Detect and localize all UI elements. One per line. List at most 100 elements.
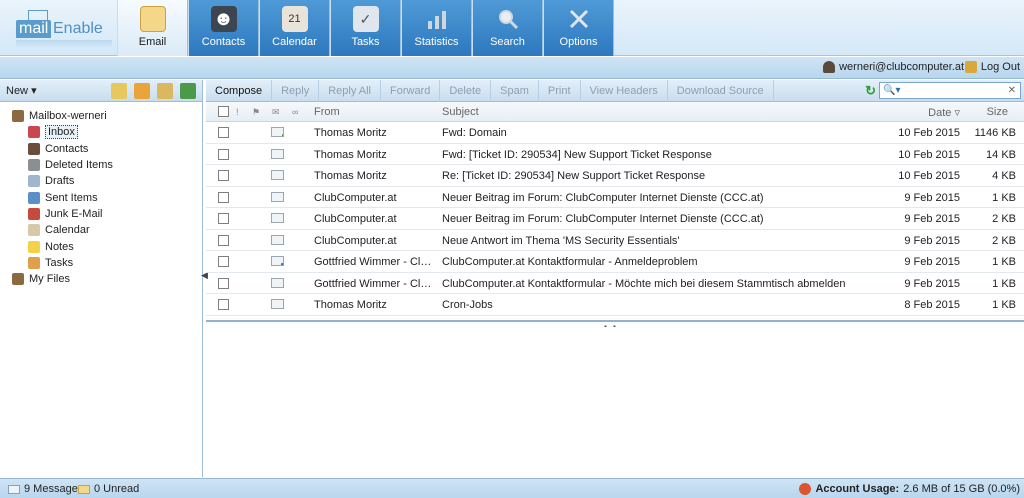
tab-email[interactable]: Email [117, 0, 188, 56]
preview-pane [206, 327, 1024, 477]
delete-button[interactable]: Delete [440, 79, 492, 102]
message-date: 9 Feb 2015 [904, 256, 960, 268]
row-checkbox[interactable] [218, 213, 229, 224]
row-checkbox[interactable] [218, 256, 229, 267]
tab-tasks[interactable]: ✓ Tasks [330, 0, 401, 56]
message-size: 1 KB [992, 277, 1016, 290]
mailbox-node[interactable]: Mailbox-werneri [4, 108, 202, 124]
tasks-icon [28, 256, 40, 269]
folder-deleted-items[interactable]: Deleted Items [4, 157, 202, 173]
folder-sent-items[interactable]: Sent Items [4, 189, 202, 205]
tab-options[interactable]: Options [543, 0, 614, 56]
message-row[interactable]: Thomas Moritz Cron-Jobs 8 Feb 2015 1 KB [206, 294, 1024, 316]
view-headers-button[interactable]: View Headers [581, 79, 668, 102]
logo-enable-text: Enable [53, 20, 103, 37]
attachment-icon[interactable]: ∞ [292, 107, 302, 117]
select-all-checkbox[interactable] [218, 106, 229, 117]
row-checkbox[interactable] [218, 127, 229, 138]
new-folder-icon[interactable] [111, 83, 127, 99]
message-status-icon [271, 170, 284, 180]
download-folder-icon[interactable] [180, 83, 196, 99]
folder-pane: New ▾ Mailbox-werneri Inbox Contacts Del… [0, 80, 203, 477]
folder-calendar[interactable]: Calendar [4, 222, 202, 238]
magnifier-icon [495, 6, 521, 32]
message-subject: ClubComputer.at Kontaktformular - Anmeld… [442, 256, 698, 268]
clear-search-icon[interactable]: ✕ [1008, 85, 1016, 96]
folder-label: Contacts [45, 142, 89, 155]
new-button[interactable]: New ▾ [6, 84, 37, 97]
message-row[interactable]: Thomas Moritz Fwd: [Ticket ID: 290534] Ne… [206, 144, 1024, 165]
tab-options-label: Options [559, 36, 598, 48]
rename-folder-icon[interactable] [134, 83, 150, 99]
print-button[interactable]: Print [539, 79, 581, 102]
message-subject: Re: [Ticket ID: 290534] New Support Tick… [442, 170, 706, 182]
compose-button[interactable]: Compose [206, 79, 273, 102]
folder-inbox[interactable]: Inbox [4, 124, 202, 140]
size-column-header[interactable]: Size [987, 106, 1008, 118]
date-column-header[interactable]: Date ▿ [928, 106, 960, 119]
move-folder-icon[interactable] [157, 83, 173, 99]
sort-desc-icon: ▿ [954, 107, 960, 119]
message-size: 1 KB [992, 256, 1016, 268]
row-checkbox[interactable] [218, 234, 229, 246]
tab-search-label: Search [490, 36, 525, 48]
folder-tasks[interactable]: Tasks [4, 255, 202, 271]
read-status-icon[interactable]: ✉ [272, 107, 282, 117]
unread-envelope-icon [78, 484, 90, 494]
folder-drafts[interactable]: Drafts [4, 173, 202, 189]
message-from: Thomas Moritz [314, 148, 387, 161]
message-status-icon [271, 234, 284, 245]
message-row[interactable]: Thomas Moritz Fwd: Domain 10 Feb 2015 1146 … [206, 122, 1024, 144]
contacts-icon [28, 142, 40, 155]
priority-icon[interactable]: ! [236, 107, 246, 117]
from-column-header[interactable]: From [314, 106, 340, 118]
message-subject: Fwd: [Ticket ID: 290534] New Support Tic… [442, 148, 712, 161]
message-from: ClubComputer.at [314, 234, 397, 247]
message-subject: ClubComputer.at Kontaktformular - Möchte… [442, 277, 846, 290]
folder-notes[interactable]: Notes [4, 238, 202, 254]
search-input[interactable] [903, 84, 1008, 97]
usage-label: Account Usage: [815, 483, 900, 495]
refresh-icon[interactable]: ↻ [865, 83, 876, 99]
mailbox-label: Mailbox-werneri [29, 110, 107, 123]
reply-all-button[interactable]: Reply All [319, 79, 381, 102]
message-pane: Compose Reply Reply All Forward Delete S… [206, 79, 1024, 477]
row-checkbox[interactable] [218, 277, 229, 289]
unread-count: 0 Unread [78, 483, 139, 495]
message-status-icon [271, 277, 284, 288]
folder-junk-email[interactable]: Junk E-Mail [4, 206, 202, 222]
logout-link[interactable]: Log Out [964, 61, 1020, 73]
message-list: Thomas Moritz Fwd: Domain 10 Feb 2015 1146 … [206, 122, 1024, 322]
logo-reflection [16, 40, 112, 48]
message-row[interactable]: ClubComputer.at Neue Antwort im Thema 'MS… [206, 230, 1024, 251]
spam-button[interactable]: Spam [491, 79, 539, 102]
reply-button[interactable]: Reply [272, 79, 320, 102]
tab-contacts[interactable]: ☻ Contacts [188, 0, 259, 56]
message-row[interactable]: ClubComputer.at Neuer Beitrag im Forum: C… [206, 208, 1024, 230]
message-row[interactable]: Gottfried Wimmer - ClubC... ClubComputer.… [206, 273, 1024, 294]
message-row[interactable]: Thomas Moritz Re: [Ticket ID: 290534] New… [206, 165, 1024, 187]
search-icon[interactable]: 🔍▾ [883, 85, 900, 96]
tab-search[interactable]: Search [472, 0, 543, 56]
row-checkbox[interactable] [218, 299, 229, 310]
message-subject: Neuer Beitrag im Forum: ClubComputer Int… [442, 191, 764, 204]
message-row[interactable]: ClubComputer.at Neuer Beitrag im Forum: C… [206, 187, 1024, 208]
unread-count-label: 0 Unread [94, 483, 140, 495]
tab-calendar[interactable]: 21 Calendar [259, 0, 330, 56]
flag-icon[interactable]: ⚑ [252, 107, 262, 117]
row-checkbox[interactable] [218, 148, 229, 160]
subject-column-header[interactable]: Subject [442, 106, 479, 118]
folder-label: Notes [45, 240, 74, 253]
folder-label: Sent Items [45, 191, 98, 204]
tab-statistics[interactable]: Statistics [401, 0, 472, 56]
mailbox-icon [12, 110, 24, 123]
folder-contacts[interactable]: Contacts [4, 141, 202, 157]
download-source-button[interactable]: Download Source [668, 79, 774, 102]
row-checkbox[interactable] [218, 170, 229, 181]
my-files-node[interactable]: My Files [4, 271, 202, 287]
message-subject: Neuer Beitrag im Forum: ClubComputer Int… [442, 213, 764, 225]
forward-button[interactable]: Forward [381, 79, 441, 102]
row-checkbox[interactable] [218, 191, 229, 203]
message-row[interactable]: Gottfried Wimmer - ClubC... ClubComputer.… [206, 251, 1024, 273]
usage-value: 2.6 MB of 15 GB (0.0%) [903, 483, 1020, 495]
